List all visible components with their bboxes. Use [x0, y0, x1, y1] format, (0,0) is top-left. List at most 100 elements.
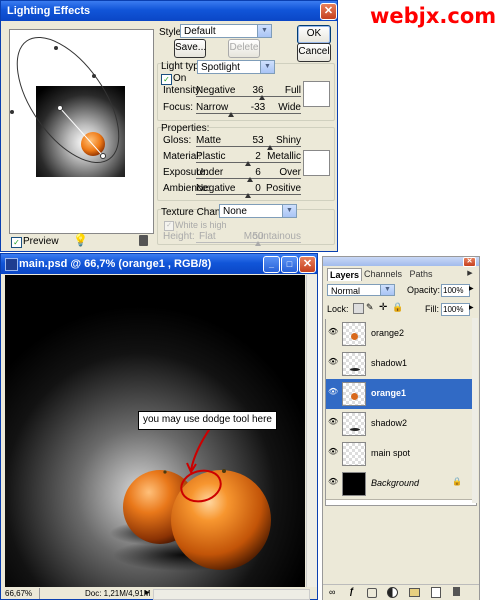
layer-thumbnail: [342, 382, 366, 406]
gloss-thumb[interactable]: [267, 145, 273, 150]
ok-button[interactable]: OK: [297, 25, 331, 44]
focus-track: [196, 113, 301, 114]
on-checkbox[interactable]: ✓: [161, 74, 172, 85]
photoshop-doc-icon: [5, 258, 18, 271]
add-mask-icon[interactable]: [367, 588, 377, 598]
material-thumb[interactable]: [245, 161, 251, 166]
height-high: Mountainous: [243, 231, 301, 242]
dialog-title-bar[interactable]: Lighting Effects: [1, 1, 337, 21]
ambience-thumb[interactable]: [245, 193, 251, 198]
style-select-value: Default: [184, 26, 216, 37]
fill-input[interactable]: 100%: [441, 303, 470, 316]
visibility-eye-icon[interactable]: 👁: [328, 477, 340, 489]
ambient-color-swatch[interactable]: [303, 150, 330, 176]
visibility-eye-icon[interactable]: 👁: [328, 447, 340, 459]
adjustment-layer-icon[interactable]: [387, 587, 398, 598]
close-icon[interactable]: ✕: [320, 3, 337, 20]
layer-row[interactable]: 👁 Background 🔒: [326, 469, 472, 500]
document-vertical-scrollbar[interactable]: [306, 275, 317, 587]
visibility-eye-icon[interactable]: 👁: [328, 417, 340, 429]
trash-icon[interactable]: [139, 235, 148, 246]
texture-channel-select[interactable]: None ▼: [219, 204, 297, 218]
layer-name: shadow2: [371, 418, 408, 428]
close-icon[interactable]: ✕: [299, 256, 316, 273]
material-slider[interactable]: Material: Plastic 2 Metallic: [163, 151, 301, 167]
document-canvas[interactable]: you may use dodge tool here: [5, 275, 305, 587]
exposure-thumb[interactable]: [247, 177, 253, 182]
focus-thumb[interactable]: [228, 112, 234, 117]
layer-name: shadow1: [371, 358, 408, 368]
exposure-slider[interactable]: Exposure: Under 6 Over: [163, 167, 301, 183]
light-handle-end: [100, 153, 106, 159]
preview-checkbox[interactable]: ✓: [11, 237, 22, 248]
tab-paths[interactable]: Paths: [407, 269, 435, 280]
layer-name: main spot: [371, 448, 411, 458]
focus-label: Focus:: [163, 102, 194, 113]
visibility-eye-icon[interactable]: 👁: [328, 387, 340, 399]
ambience-slider[interactable]: Ambience: Negative 0 Positive: [163, 183, 301, 199]
fill-label: Fill:: [425, 304, 439, 314]
light-preview-pane[interactable]: [9, 29, 154, 234]
focus-slider[interactable]: Focus: Narrow -33 Wide: [163, 102, 301, 118]
layer-list-scrollbar[interactable]: [472, 318, 478, 503]
link-layers-icon[interactable]: ∞: [329, 587, 335, 597]
layer-row[interactable]: 👁 orange2: [326, 319, 472, 350]
document-horizontal-scrollbar[interactable]: [153, 589, 310, 600]
lock-all-icon[interactable]: 🔒: [392, 302, 403, 313]
gloss-slider[interactable]: Gloss: Matte 53 Shiny: [163, 135, 301, 151]
exposure-low: Under: [196, 167, 224, 178]
layer-row[interactable]: 👁 main spot: [326, 439, 472, 470]
lock-paint-icon[interactable]: ✎: [366, 302, 374, 313]
layer-style-icon[interactable]: ƒ: [349, 586, 354, 596]
doc-size-info: Doc: 1,21M/4,91M: [85, 589, 151, 598]
light-handle-center: [57, 105, 63, 111]
delete-layer-icon[interactable]: [453, 587, 460, 596]
fill-arrow-icon[interactable]: ▶: [469, 304, 474, 311]
blend-mode-select[interactable]: Normal ▼: [327, 284, 395, 296]
layer-name: Background: [371, 478, 420, 488]
visibility-eye-icon[interactable]: 👁: [328, 327, 340, 339]
layer-row[interactable]: 👁 shadow2: [326, 409, 472, 440]
lock-transparency-icon[interactable]: [353, 303, 364, 314]
height-thumb[interactable]: [255, 241, 261, 246]
light-bulb-icon[interactable]: 💡: [73, 233, 88, 247]
light-type-value: Spotlight: [201, 62, 240, 73]
opacity-arrow-icon[interactable]: ▶: [469, 285, 474, 292]
new-layer-icon[interactable]: [431, 587, 441, 598]
intensity-track: [196, 96, 301, 97]
chevron-down-icon: ▼: [257, 25, 271, 37]
panel-menu-arrow-icon[interactable]: ▶: [465, 269, 475, 279]
panel-top-bar[interactable]: [323, 257, 479, 266]
intensity-slider[interactable]: Intensity: Negative 36 Full: [163, 85, 301, 101]
status-menu-arrow-icon[interactable]: ▶: [145, 588, 150, 599]
style-select[interactable]: Default ▼: [180, 24, 272, 38]
visibility-eye-icon[interactable]: 👁: [328, 357, 340, 369]
layer-row[interactable]: 👁 orange1: [326, 379, 472, 410]
save-button[interactable]: Save...: [174, 39, 206, 58]
intensity-thumb[interactable]: [259, 95, 265, 100]
minimize-icon[interactable]: _: [263, 256, 280, 273]
light-type-select[interactable]: Spotlight ▼: [197, 60, 275, 74]
opacity-input[interactable]: 100%: [441, 284, 470, 297]
layer-row[interactable]: 👁 shadow1: [326, 349, 472, 380]
gloss-low: Matte: [196, 135, 222, 146]
intensity-value: 36: [252, 85, 264, 96]
new-group-icon[interactable]: [409, 588, 420, 597]
lock-move-icon[interactable]: ✛: [379, 302, 387, 313]
light-color-swatch[interactable]: [303, 81, 330, 107]
height-slider[interactable]: Height: Flat 50 Mountainous: [163, 231, 301, 247]
light-handle-b: [92, 74, 96, 78]
layer-name: orange1: [371, 388, 407, 398]
cancel-button[interactable]: Cancel: [297, 43, 331, 62]
tab-channels[interactable]: Channels: [363, 269, 403, 280]
annotation-callout: you may use dodge tool here: [138, 411, 277, 430]
panel-close-icon[interactable]: ✕: [463, 257, 476, 267]
delete-button[interactable]: Delete: [228, 39, 260, 58]
white-is-high-checkbox[interactable]: ✓: [164, 221, 174, 231]
layer-thumbnail: [342, 322, 366, 346]
maximize-icon[interactable]: □: [281, 256, 298, 273]
tab-layers[interactable]: Layers: [327, 268, 362, 281]
exposure-high: Over: [279, 167, 301, 178]
material-high: Metallic: [267, 151, 301, 162]
zoom-level[interactable]: 66,67%: [5, 588, 40, 599]
